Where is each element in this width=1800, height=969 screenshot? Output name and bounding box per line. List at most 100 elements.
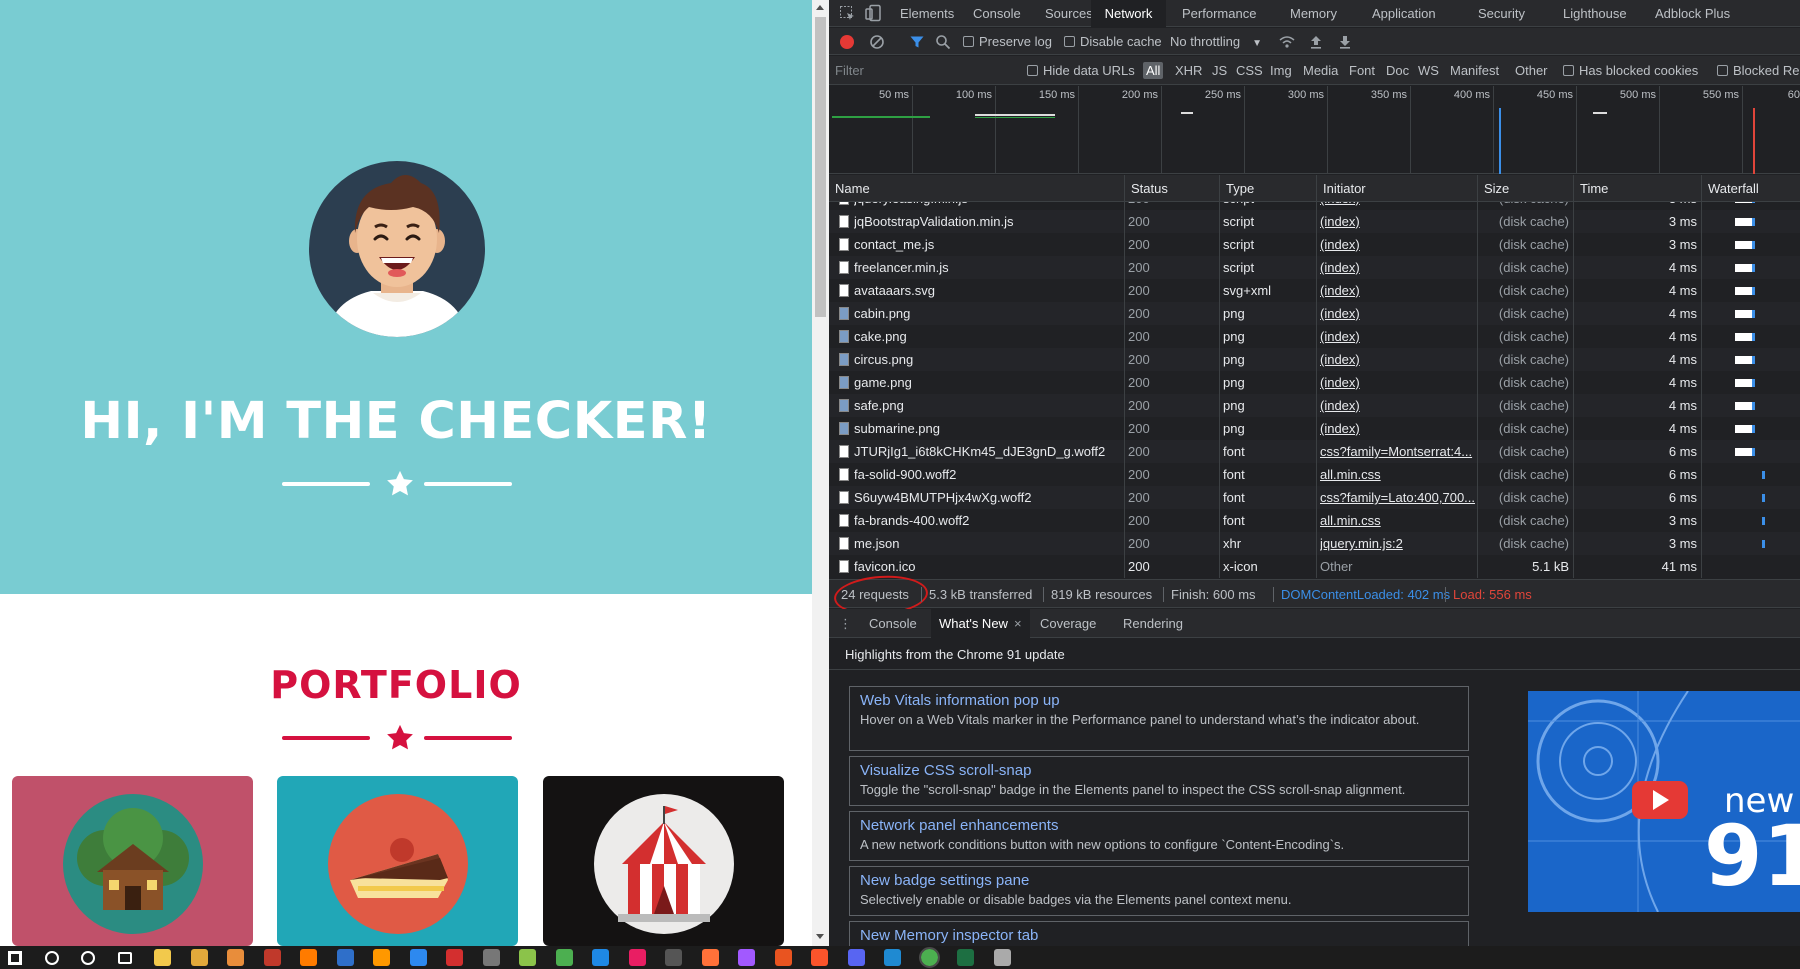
table-row[interactable]: cake.png 200 png (index) (disk cache) 4 ms [829, 325, 1800, 348]
chrome-icon[interactable] [555, 949, 573, 966]
cell-initiator[interactable]: (index) [1320, 371, 1475, 394]
table-row[interactable]: fa-solid-900.woff2 200 font all.min.css (dis… [829, 463, 1800, 486]
cell-initiator[interactable]: css?family=Lato:400,700... [1320, 486, 1475, 509]
cell-name[interactable]: fa-brands-400.woff2 [854, 509, 1122, 532]
feature-card-css-scroll-snap[interactable]: Visualize CSS scroll-snap Toggle the "sc… [849, 756, 1469, 806]
has-blocked-cookies-checkbox[interactable]: Has blocked cookies [1563, 56, 1698, 85]
cell-initiator[interactable]: (index) [1320, 279, 1475, 302]
feature-title[interactable]: Visualize CSS scroll-snap [860, 761, 1458, 780]
blocked-requests-checkbox[interactable]: Blocked Requ [1717, 56, 1800, 85]
tab-console[interactable]: Console [967, 0, 1027, 27]
tab-lighthouse[interactable]: Lighthouse [1557, 0, 1633, 27]
feature-title[interactable]: Network panel enhancements [860, 816, 1458, 835]
task-view-icon[interactable] [117, 952, 132, 964]
tab-performance[interactable]: Performance [1176, 0, 1262, 27]
start-icon[interactable] [8, 951, 22, 965]
filter-type-ws[interactable]: WS [1418, 56, 1439, 85]
import-har-icon[interactable] [1309, 34, 1323, 50]
cell-name[interactable]: jqBootstrapValidation.min.js [854, 210, 1122, 233]
hide-data-urls-checkbox[interactable]: Hide data URLs [1027, 56, 1135, 85]
tab-network[interactable]: Network [1091, 0, 1166, 27]
filter-type-img[interactable]: Img [1270, 56, 1292, 85]
filter-input[interactable]: Filter [835, 56, 864, 85]
table-row[interactable]: safe.png 200 png (index) (disk cache) 4 ms [829, 394, 1800, 417]
filter-type-media[interactable]: Media [1303, 56, 1338, 85]
column-time[interactable]: Time [1573, 175, 1701, 202]
column-type[interactable]: Type [1219, 175, 1316, 202]
portfolio-card-circus[interactable] [543, 776, 784, 946]
cell-initiator[interactable]: (index) [1320, 210, 1475, 233]
cell-initiator[interactable]: (index) [1320, 233, 1475, 256]
table-row[interactable]: fa-brands-400.woff2 200 font all.min.css (di… [829, 509, 1800, 532]
table-row[interactable]: cabin.png 200 png (index) (disk cache) 4 ms [829, 302, 1800, 325]
filter-type-xhr[interactable]: XHR [1175, 56, 1202, 85]
device-toolbar-icon[interactable] [865, 4, 883, 22]
portfolio-card-cake[interactable] [277, 776, 518, 946]
cell-initiator[interactable]: (index) [1320, 256, 1475, 279]
column-status[interactable]: Status [1124, 175, 1219, 202]
settings-icon[interactable] [993, 949, 1011, 966]
filter-type-all[interactable]: All [1143, 62, 1164, 79]
filter-type-manifest[interactable]: Manifest [1450, 56, 1499, 85]
network-conditions-icon[interactable] [1278, 34, 1296, 50]
firefox-icon[interactable] [701, 949, 719, 966]
cell-initiator[interactable]: (index) [1320, 348, 1475, 371]
cell-initiator[interactable]: (index) [1320, 202, 1475, 210]
preserve-log-checkbox[interactable]: Preserve log [963, 28, 1052, 55]
feature-title[interactable]: Web Vitals information pop up [860, 691, 1458, 710]
slack-icon[interactable] [628, 949, 646, 966]
table-row[interactable]: circus.png 200 png (index) (disk cache) 4 ms [829, 348, 1800, 371]
feature-card-web-vitals[interactable]: Web Vitals information pop up Hover on a… [849, 686, 1469, 751]
tab-application[interactable]: Application [1366, 0, 1442, 27]
portfolio-card-cabin[interactable] [12, 776, 253, 946]
drawer-tab-console[interactable]: Console [861, 609, 925, 638]
website-scrollbar[interactable] [812, 0, 829, 946]
illustrator-icon[interactable] [300, 949, 317, 966]
drawer-tab-rendering[interactable]: Rendering [1115, 609, 1191, 638]
table-row[interactable]: jquery.easing.min.js 200 script (index) (dis… [829, 202, 1800, 210]
figma-icon[interactable] [738, 949, 755, 966]
edge-icon[interactable] [409, 949, 427, 966]
drawer-menu-icon[interactable]: ⋮ [835, 609, 856, 638]
app-icon[interactable] [227, 949, 244, 966]
throttling-select[interactable]: No throttling ▼ [1170, 28, 1262, 55]
cell-initiator[interactable]: Other [1320, 555, 1475, 578]
cell-name[interactable]: jquery.easing.min.js [854, 202, 1122, 210]
table-row[interactable]: avataaars.svg 200 svg+xml (index) (disk cach… [829, 279, 1800, 302]
requests-table-body[interactable]: jquery.easing.min.js 200 script (index) (dis… [829, 202, 1800, 579]
export-har-icon[interactable] [1338, 34, 1352, 50]
table-row[interactable]: submarine.png 200 png (index) (disk cache) 4 … [829, 417, 1800, 440]
cell-initiator[interactable]: (index) [1320, 394, 1475, 417]
cell-initiator[interactable]: jquery.min.js:2 [1320, 532, 1475, 555]
chrome-active-icon[interactable] [918, 947, 940, 968]
search-icon[interactable] [935, 34, 951, 50]
cell-initiator[interactable]: css?family=Montserrat:4... [1320, 440, 1475, 463]
filter-type-other[interactable]: Other [1515, 56, 1548, 85]
column-name[interactable]: Name [829, 175, 1124, 202]
cell-name[interactable]: submarine.png [854, 417, 1122, 440]
cortana-icon[interactable] [81, 951, 95, 965]
cell-name[interactable]: favicon.ico [854, 555, 1122, 578]
folder-icon[interactable] [190, 949, 208, 966]
table-row[interactable]: me.json 200 xhr jquery.min.js:2 (disk cache)… [829, 532, 1800, 555]
feature-title[interactable]: New badge settings pane [860, 871, 1458, 890]
cell-name[interactable]: freelancer.min.js [854, 256, 1122, 279]
cell-initiator[interactable]: (index) [1320, 325, 1475, 348]
filter-type-js[interactable]: JS [1212, 56, 1227, 85]
cell-initiator[interactable]: (index) [1320, 302, 1475, 325]
network-overview-timeline[interactable]: 50 ms 100 ms 150 ms 200 ms 250 ms 300 ms… [829, 86, 1800, 174]
virtualbox-icon[interactable] [592, 949, 609, 966]
tab-security[interactable]: Security [1472, 0, 1531, 27]
file-explorer-icon[interactable] [154, 949, 171, 966]
photoshop-icon[interactable] [336, 949, 354, 966]
cell-initiator[interactable]: (index) [1320, 417, 1475, 440]
cell-name[interactable]: avataaars.svg [854, 279, 1122, 302]
clear-icon[interactable] [869, 34, 885, 50]
column-initiator[interactable]: Initiator [1316, 175, 1477, 202]
tab-memory[interactable]: Memory [1284, 0, 1343, 27]
cell-name[interactable]: safe.png [854, 394, 1122, 417]
filter-icon[interactable] [909, 34, 925, 50]
cell-initiator[interactable]: all.min.css [1320, 509, 1475, 532]
sublime-icon[interactable] [373, 949, 390, 966]
filter-type-doc[interactable]: Doc [1386, 56, 1409, 85]
